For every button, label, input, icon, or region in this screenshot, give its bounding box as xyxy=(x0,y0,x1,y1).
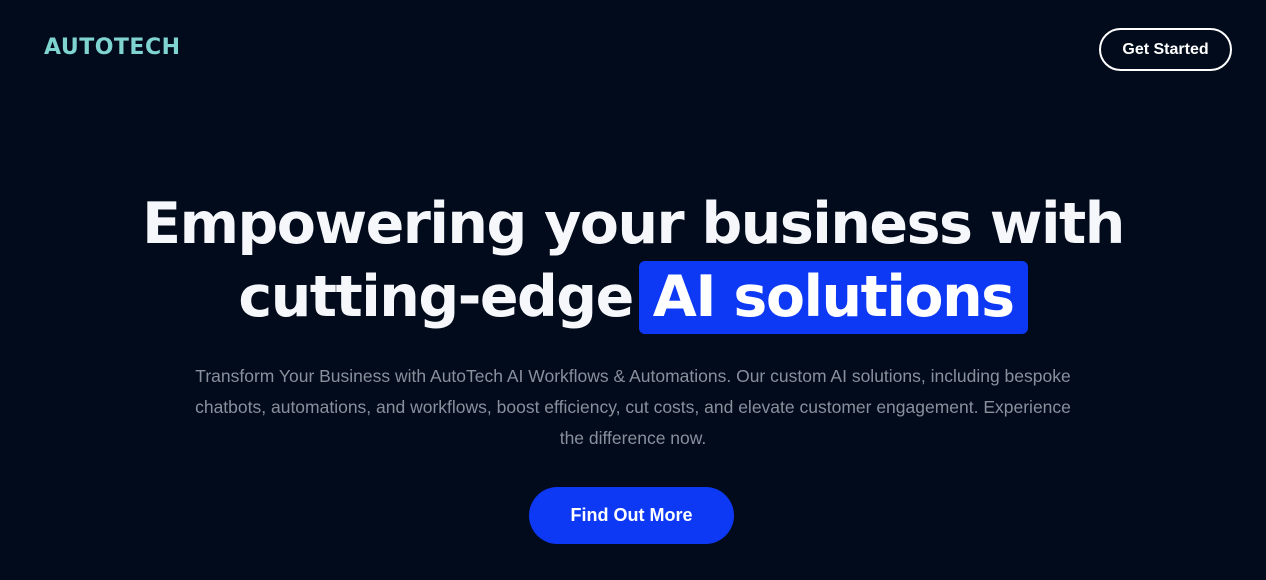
hero-section: Empowering your business with cutting-ed… xyxy=(0,188,1266,334)
headline-line-1: Empowering your business with xyxy=(142,191,1125,257)
get-started-button[interactable]: Get Started xyxy=(1099,28,1232,71)
logo[interactable]: AUTOTECH xyxy=(44,34,181,62)
find-out-more-button[interactable]: Find Out More xyxy=(529,487,734,544)
headline-highlight: AI solutions xyxy=(638,261,1028,334)
hero-subtext: Transform Your Business with AutoTech AI… xyxy=(195,366,1071,448)
hero-headline: Empowering your business with cutting-ed… xyxy=(0,188,1266,334)
headline-line-2-prefix: cutting-edge xyxy=(238,264,634,330)
